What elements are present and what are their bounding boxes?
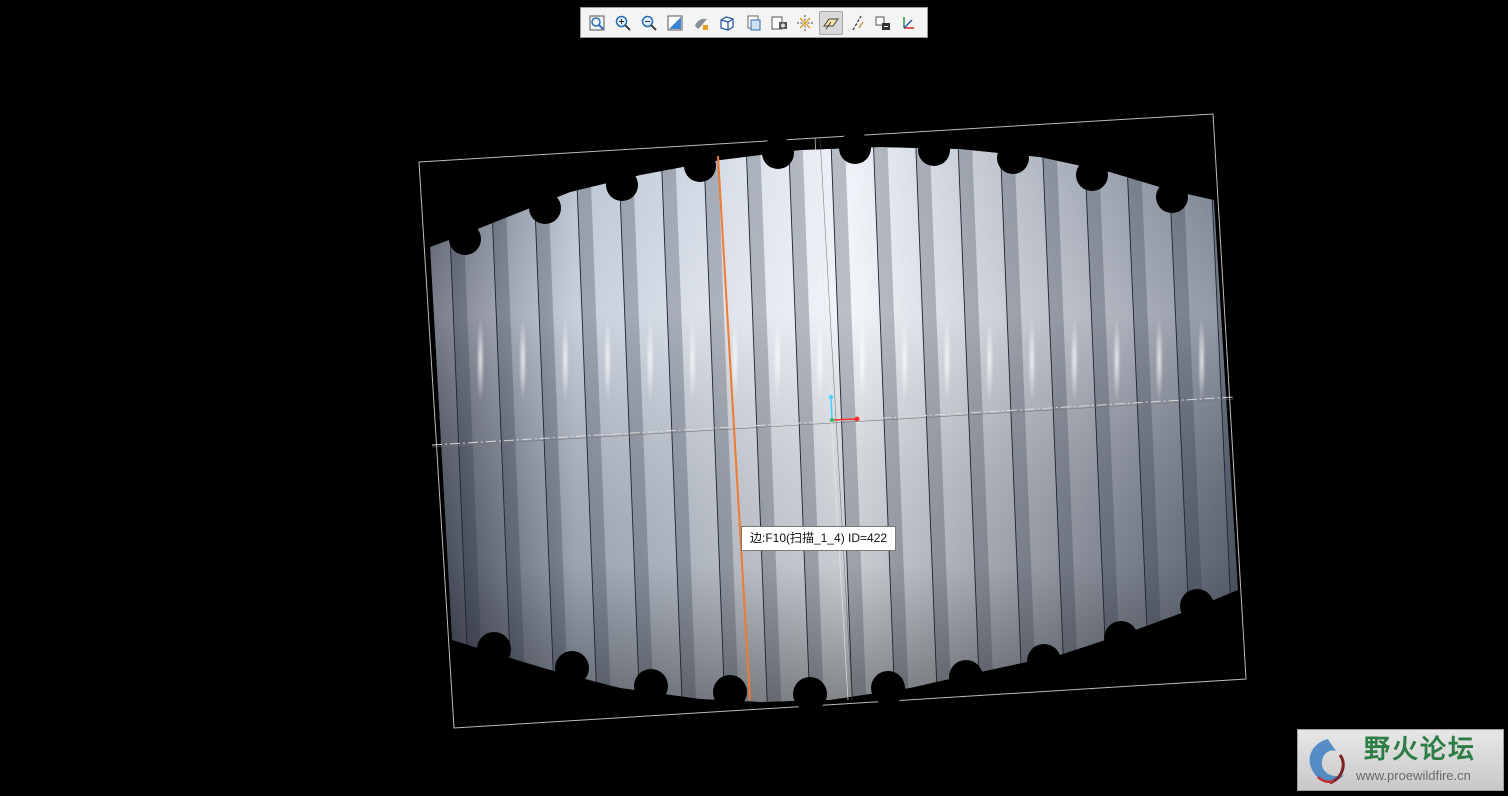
thread-highlight: [518, 318, 527, 402]
thread-highlight: [900, 318, 909, 402]
watermark-title: 野火论坛: [1364, 734, 1477, 764]
thread-highlight: [476, 318, 485, 402]
edge-info-tooltip: 边:F10(扫描_1_4) ID=422: [741, 526, 897, 551]
thread-highlight: [858, 318, 867, 402]
thread-highlight: [1240, 318, 1248, 402]
thread-notch: [1180, 589, 1214, 623]
thread-highlight: [815, 318, 824, 402]
thread-notch: [871, 671, 905, 705]
thread-notch: [529, 192, 561, 224]
csys-origin: [830, 418, 834, 422]
thread-notch: [713, 675, 747, 709]
thread-notch: [1104, 621, 1138, 655]
thread-highlight: [688, 318, 697, 402]
thread-highlight: [646, 318, 655, 402]
thread-highlight: [561, 318, 570, 402]
thread-notch: [477, 632, 511, 666]
thread-notch: [1027, 644, 1061, 678]
thread-notch: [949, 660, 983, 694]
thread-notch: [918, 134, 950, 166]
csys-z-axis: [830, 396, 833, 421]
thread-notch: [555, 651, 589, 685]
thread-highlight: [1112, 318, 1121, 402]
thread-highlight: [943, 318, 952, 402]
thread-highlight: [985, 318, 994, 402]
thread-notch: [1156, 181, 1188, 213]
thread-notch: [1076, 159, 1108, 191]
forum-watermark: 野火论坛 www.proewildfire.cn: [1297, 729, 1504, 791]
csys-z-tip: [829, 395, 833, 399]
thread-notch: [793, 677, 827, 711]
csys-x-tip: [854, 416, 860, 422]
thread-highlight: [1070, 318, 1079, 402]
thread-notch: [762, 137, 794, 169]
thread-notch: [449, 223, 481, 255]
thread-notch: [684, 150, 716, 182]
thread-highlight: [1027, 318, 1036, 402]
thread-notch: [997, 142, 1029, 174]
thread-highlight: [773, 318, 782, 402]
watermark-url: www.proewildfire.cn: [1356, 768, 1471, 783]
thread-highlight: [603, 318, 612, 402]
model-viewport[interactable]: [0, 0, 1508, 796]
thread-notch: [606, 169, 638, 201]
flame-logo-icon: [1309, 739, 1345, 785]
thread-notch: [839, 132, 871, 164]
thread-highlight: [1155, 318, 1164, 402]
csys-x-axis: [831, 418, 858, 421]
thread-highlight: [1197, 318, 1206, 402]
thread-notch: [634, 669, 668, 703]
